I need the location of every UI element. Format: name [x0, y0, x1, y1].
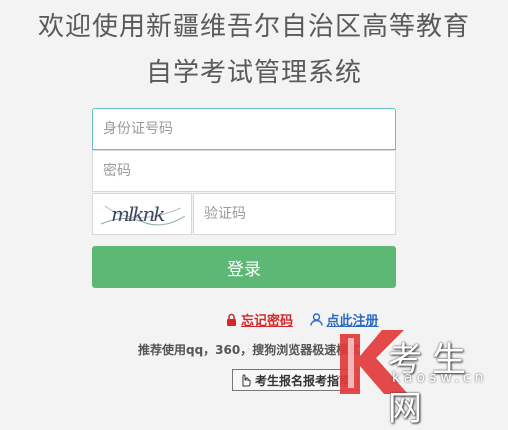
- forgot-password-label: 忘记密码: [241, 314, 294, 329]
- user-icon: [309, 313, 323, 326]
- forgot-password-link[interactable]: 忘记密码: [226, 310, 293, 329]
- page-title-line-1: 欢迎使用新疆维吾尔自治区高等教育: [37, 12, 470, 42]
- captcha-input[interactable]: [194, 194, 395, 234]
- page-title-line-2: 自学考试管理系统: [145, 58, 362, 88]
- captcha-text: mlknk: [111, 202, 164, 226]
- id-number-input[interactable]: [93, 109, 395, 149]
- password-field[interactable]: [92, 150, 396, 192]
- login-button[interactable]: 登录: [92, 246, 396, 288]
- browser-recommendation: 推荐使用qq，360，搜狗浏览器极速模式: [138, 343, 361, 357]
- captcha-image[interactable]: mlknk: [92, 193, 192, 235]
- captcha-field[interactable]: [193, 193, 396, 235]
- watermark-url: kaosw.cn: [392, 370, 488, 386]
- password-input[interactable]: [93, 151, 395, 191]
- hand-pointer-icon: [242, 374, 251, 387]
- id-number-field[interactable]: [92, 108, 396, 150]
- registration-guide-label: 考生报名报考指南: [255, 373, 352, 388]
- lock-icon: [227, 313, 236, 326]
